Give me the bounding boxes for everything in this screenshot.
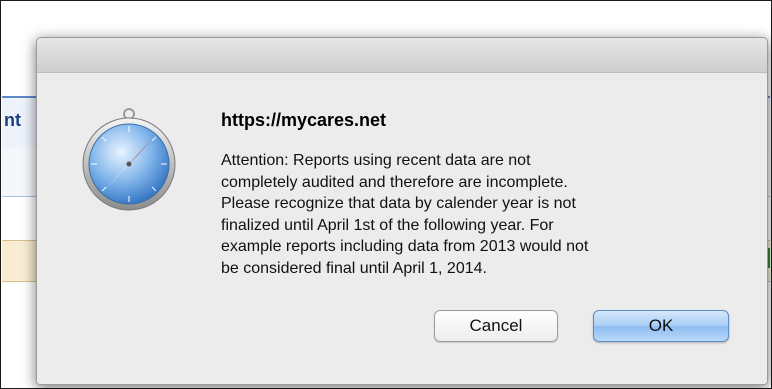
dialog-title: https://mycares.net	[221, 110, 387, 130]
screenshot-frame: nt https://mycares.net Attention: Report…	[0, 0, 772, 389]
javascript-alert-dialog: https://mycares.net Attention: Reports u…	[36, 37, 768, 385]
dialog-titlebar	[37, 38, 767, 73]
background-column-header: nt	[4, 110, 21, 130]
cancel-button[interactable]: Cancel	[434, 310, 558, 342]
dialog-message: Attention: Reports using recent data are…	[221, 152, 589, 277]
ok-button[interactable]: OK	[593, 310, 729, 342]
safari-compass-icon	[82, 108, 176, 211]
